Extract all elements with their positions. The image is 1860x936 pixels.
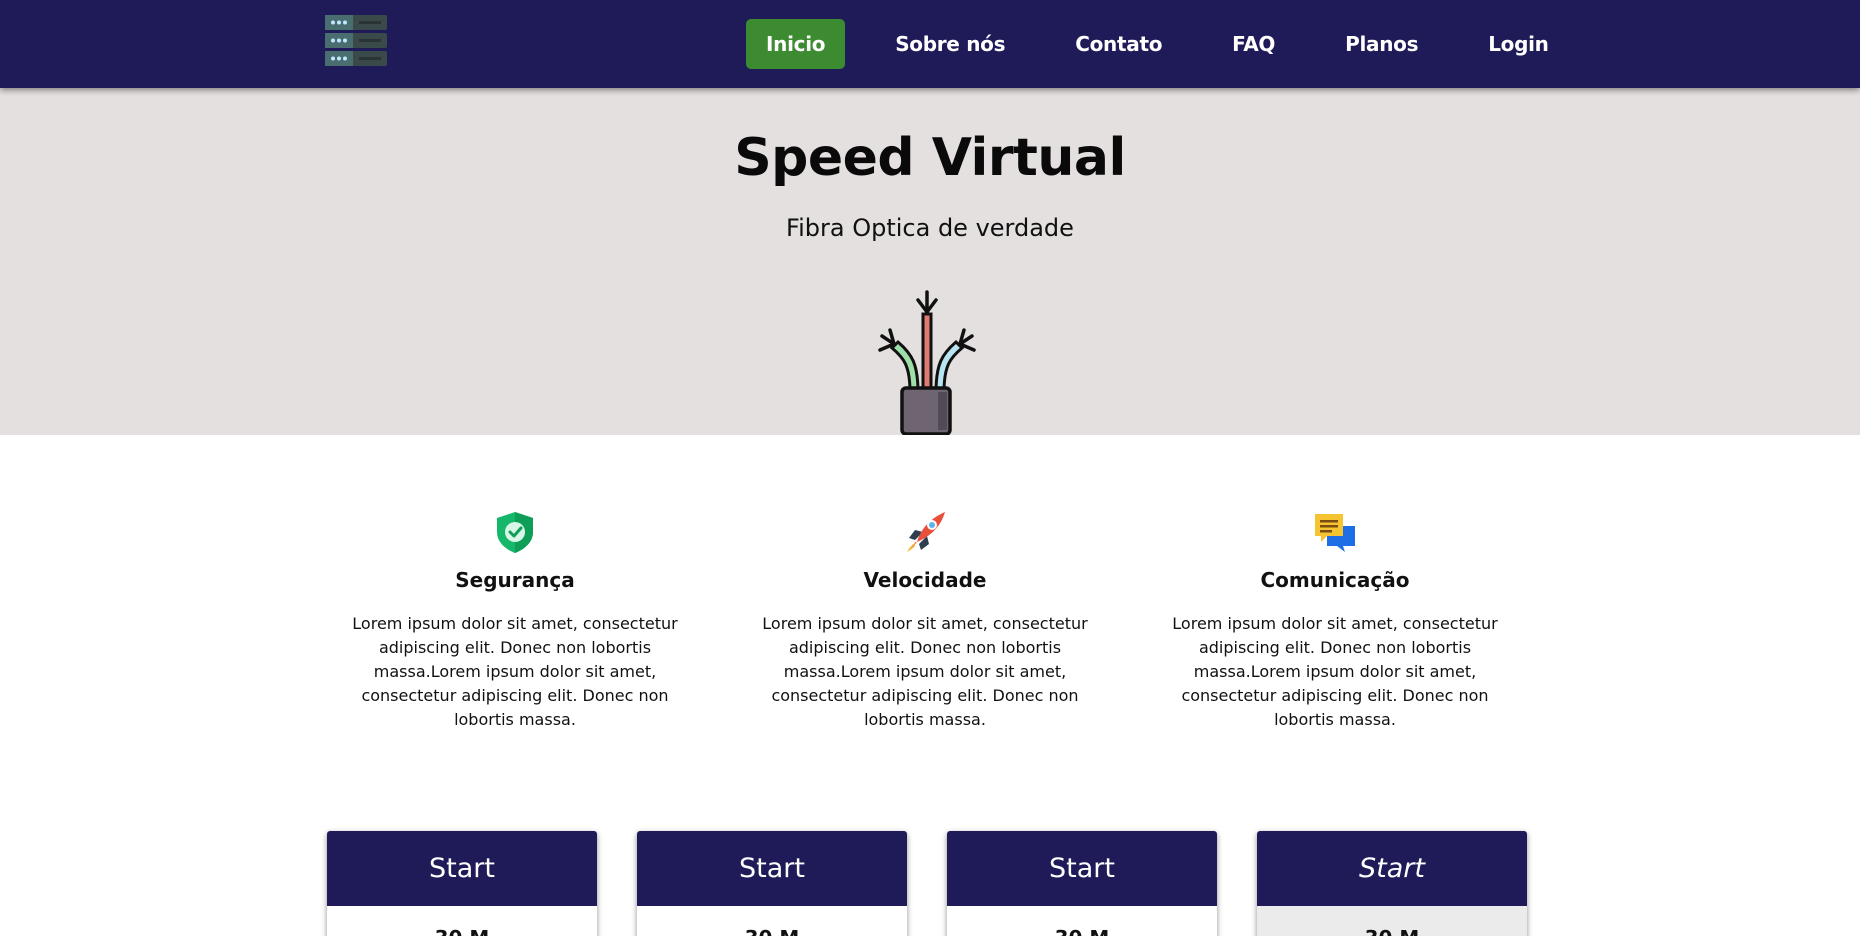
hero-subtitle: Fibra Optica de verdade bbox=[786, 214, 1074, 242]
features-section: Segurança Lorem ipsum dolor sit amet, co… bbox=[325, 510, 1535, 730]
plan-detail: 30 M bbox=[327, 906, 597, 936]
feature-text: Lorem ipsum dolor sit amet, consectetur … bbox=[1172, 614, 1498, 729]
hero-title: Speed Virtual bbox=[734, 128, 1126, 188]
nav-link-contato[interactable]: Contato bbox=[1055, 19, 1182, 69]
feature-seguranca: Segurança Lorem ipsum dolor sit amet, co… bbox=[325, 510, 705, 730]
plans-section: Start 30 M Start 30 M Start 30 M Start 3… bbox=[327, 831, 1527, 936]
plan-card-featured[interactable]: Start 30 M bbox=[1257, 831, 1527, 936]
feature-text: Lorem ipsum dolor sit amet, consectetur … bbox=[762, 614, 1088, 729]
plan-detail: 30 M bbox=[1257, 906, 1527, 936]
feature-title: Velocidade bbox=[863, 568, 987, 592]
server-rack-icon[interactable] bbox=[325, 15, 387, 67]
feature-text: Lorem ipsum dolor sit amet, consectetur … bbox=[352, 614, 678, 729]
shield-check-icon bbox=[497, 512, 533, 553]
nav-link-faq[interactable]: FAQ bbox=[1212, 19, 1295, 69]
plan-card[interactable]: Start 30 M bbox=[637, 831, 907, 936]
feature-title: Segurança bbox=[455, 568, 575, 592]
feature-title: Comunicação bbox=[1260, 568, 1410, 592]
plan-name: Start bbox=[637, 831, 907, 906]
plan-card[interactable]: Start 30 M bbox=[947, 831, 1217, 936]
navbar: Inicio Sobre nós Contato FAQ Planos Logi… bbox=[0, 0, 1860, 88]
plan-detail: 30 M bbox=[637, 906, 907, 936]
nav-link-planos[interactable]: Planos bbox=[1325, 19, 1438, 69]
rocket-icon bbox=[907, 512, 945, 552]
nav-link-sobre-nos[interactable]: Sobre nós bbox=[875, 19, 1025, 69]
plan-card[interactable]: Start 30 M bbox=[327, 831, 597, 936]
nav-link-login[interactable]: Login bbox=[1468, 19, 1568, 69]
plan-name: Start bbox=[947, 831, 1217, 906]
feature-comunicacao: Comunicação Lorem ipsum dolor sit amet, … bbox=[1145, 510, 1525, 730]
plan-name: Start bbox=[327, 831, 597, 906]
hero-section: Speed Virtual Fibra Optica de verdade bbox=[0, 88, 1860, 435]
nav-link-inicio[interactable]: Inicio bbox=[746, 19, 846, 69]
plan-name: Start bbox=[1257, 831, 1527, 906]
feature-velocidade: Velocidade Lorem ipsum dolor sit amet, c… bbox=[735, 510, 1115, 730]
plan-detail: 30 M bbox=[947, 906, 1217, 936]
fiber-optic-cable-icon bbox=[878, 290, 976, 435]
chat-bubbles-icon bbox=[1315, 514, 1355, 552]
nav-links: Inicio Sobre nós Contato FAQ Planos Logi… bbox=[746, 19, 1569, 69]
